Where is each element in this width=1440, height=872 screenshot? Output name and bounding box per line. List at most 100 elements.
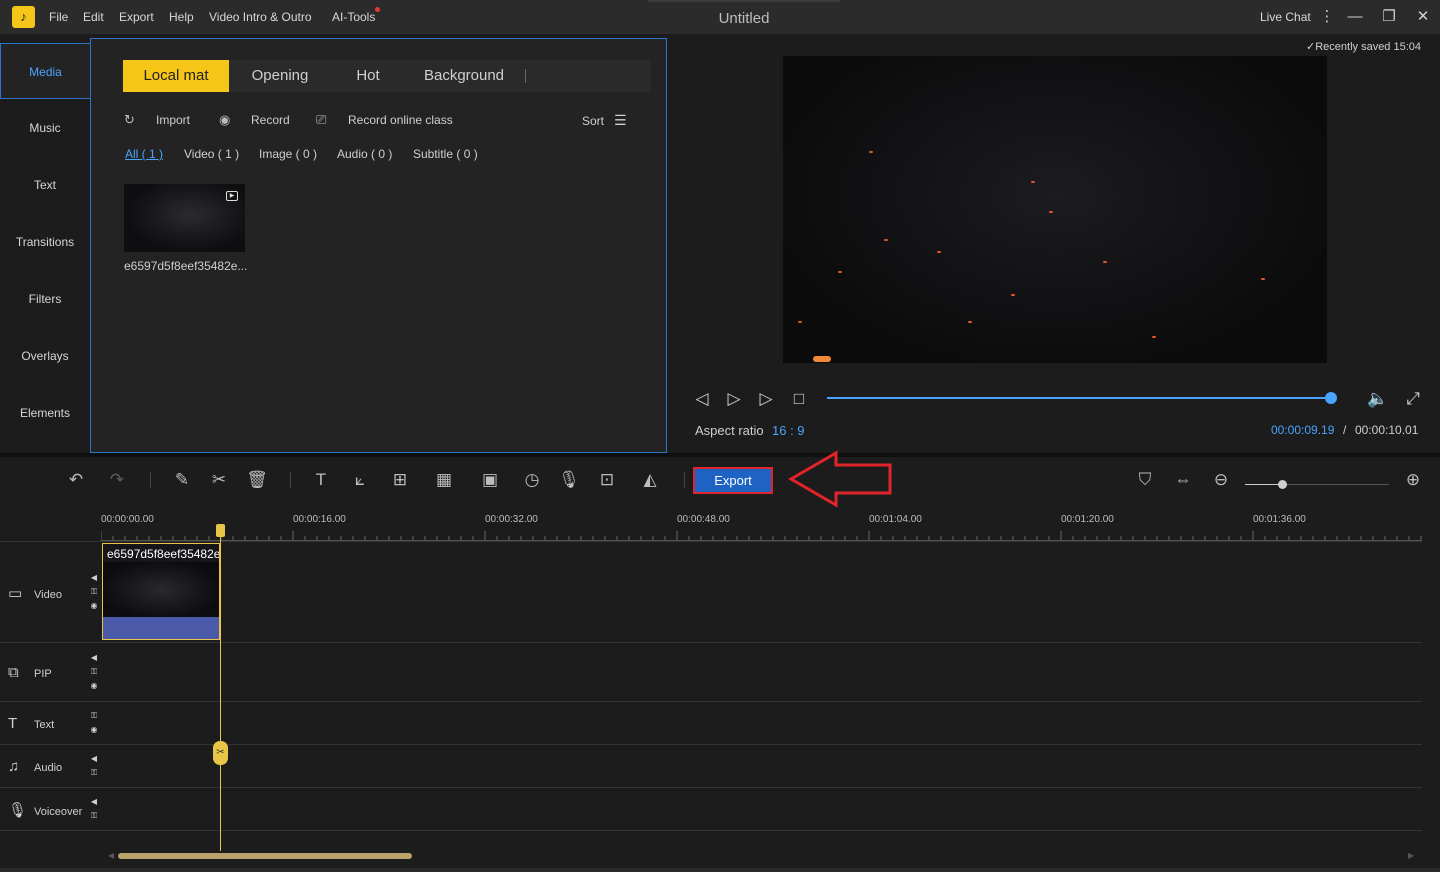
edit-icon[interactable]: ✎ xyxy=(169,468,195,492)
sidebar-item-text[interactable]: Text xyxy=(0,157,90,213)
tab-local-mat[interactable]: Local mat xyxy=(123,60,229,92)
video-preview[interactable] xyxy=(783,56,1327,363)
media-tab-bar: Local mat Opening Hot Background xyxy=(123,60,651,92)
export-button[interactable]: Export xyxy=(693,467,773,494)
track-audio: ♫ Audio xyxy=(8,758,62,775)
marker-icon[interactable]: ⛉ xyxy=(1132,468,1158,492)
import-button[interactable]: ↻ Import xyxy=(124,111,190,129)
sidebar-item-elements[interactable]: Elements xyxy=(0,385,90,441)
stop-icon[interactable]: □ xyxy=(788,388,810,410)
redo-icon[interactable]: ↷ xyxy=(104,468,130,492)
tab-background[interactable]: Background xyxy=(409,60,519,92)
scroll-right-icon[interactable]: ▶ xyxy=(1408,851,1414,860)
eye-icon[interactable]: ◉ xyxy=(89,599,99,613)
screen-record-icon[interactable]: ⊡ xyxy=(594,468,620,492)
playhead[interactable] xyxy=(220,531,221,851)
live-chat-button[interactable]: Live Chat xyxy=(1260,0,1311,34)
sidebar-item-music[interactable]: Music xyxy=(0,100,90,156)
zoom-slider-knob[interactable] xyxy=(1278,480,1288,489)
filter-subtitle[interactable]: Subtitle ( 0 ) xyxy=(413,147,478,161)
zoom-out-icon[interactable]: ⊖ xyxy=(1208,468,1234,492)
playback-progress-knob[interactable] xyxy=(1324,392,1337,404)
aspect-ratio-select[interactable]: 16 : 9 xyxy=(772,423,805,438)
video-track-icon: ▭ xyxy=(8,585,23,602)
lock-icon[interactable]: ⚿ xyxy=(89,709,99,723)
track-divider xyxy=(0,830,1422,831)
undo-icon[interactable]: ↶ xyxy=(63,468,89,492)
playback-progress-bar[interactable] xyxy=(827,397,1332,399)
restore-icon[interactable]: ❐ xyxy=(1380,8,1398,26)
ruler-ticks xyxy=(101,531,1422,540)
track-pip: ⧉ PIP xyxy=(8,664,52,681)
tab-hot[interactable]: Hot xyxy=(333,60,403,92)
volume-icon[interactable]: 🔈 xyxy=(1367,388,1389,410)
close-icon[interactable]: ✕ xyxy=(1414,8,1432,26)
sidebar-item-media[interactable]: Media xyxy=(0,43,90,99)
text-icon[interactable]: T xyxy=(308,468,334,492)
lock-icon[interactable]: ⚿ xyxy=(89,766,99,780)
menu-video-intro-outro[interactable]: Video Intro & Outro xyxy=(209,0,312,34)
record-button[interactable]: ◉ Record xyxy=(219,111,290,129)
filter-video[interactable]: Video ( 1 ) xyxy=(184,147,239,161)
crop-icon[interactable]: ⟀ xyxy=(347,468,373,492)
sidebar-item-overlays[interactable]: Overlays xyxy=(0,328,90,384)
color-pick-icon[interactable]: ◭ xyxy=(637,468,663,492)
media-thumbnail[interactable]: ▶ xyxy=(124,184,245,252)
playhead-split-icon[interactable]: ✂ xyxy=(213,741,228,765)
fullscreen-icon[interactable]: ⤢ xyxy=(1402,388,1424,410)
ember xyxy=(884,239,888,241)
record-online-class-button[interactable]: ⎚ Record online class xyxy=(316,111,453,129)
mosaic-icon[interactable]: ▦ xyxy=(431,468,457,492)
menu-file[interactable]: File xyxy=(49,0,68,34)
fit-timeline-icon[interactable]: ⇔ xyxy=(1170,468,1196,492)
lock-icon[interactable]: ⚿ xyxy=(89,665,99,679)
freeze-frame-icon[interactable]: ▣ xyxy=(477,468,503,492)
annotation-arrow xyxy=(788,450,892,508)
duration-icon[interactable]: ◷ xyxy=(519,468,545,492)
playhead-handle[interactable] xyxy=(216,524,225,537)
menu-help[interactable]: Help xyxy=(169,0,194,34)
more-icon[interactable]: ⋮ xyxy=(1318,8,1336,26)
video-clip[interactable]: e6597d5f8eef35482e xyxy=(102,543,220,640)
tab-opening[interactable]: Opening xyxy=(233,60,327,92)
resize-icon[interactable]: ⊞ xyxy=(387,468,413,492)
track-divider xyxy=(0,541,1422,542)
delete-icon[interactable]: 🗑 xyxy=(244,468,270,492)
lock-icon[interactable]: ⚿ xyxy=(89,585,99,599)
panel-divider[interactable] xyxy=(0,453,1440,457)
minimize-icon[interactable]: — xyxy=(1346,8,1364,26)
scroll-left-icon[interactable]: ◀ xyxy=(108,851,114,860)
ruler-label: 00:00:16.00 xyxy=(293,514,346,525)
menu-edit[interactable]: Edit xyxy=(83,0,104,34)
speaker-icon[interactable]: ◀ xyxy=(89,752,99,766)
eye-icon[interactable]: ◉ xyxy=(89,679,99,693)
menu-export[interactable]: Export xyxy=(119,0,154,34)
menu-ai-tools[interactable]: AI-Tools xyxy=(332,0,375,34)
speaker-icon[interactable]: ◀ xyxy=(89,795,99,809)
filter-image[interactable]: Image ( 0 ) xyxy=(259,147,317,161)
clip-audio-waveform xyxy=(103,617,219,639)
zoom-in-icon[interactable]: ⊕ xyxy=(1400,468,1426,492)
app-logo-icon: ♪ xyxy=(12,6,35,28)
split-icon[interactable]: ✂ xyxy=(206,468,232,492)
filter-audio[interactable]: Audio ( 0 ) xyxy=(337,147,392,161)
timeline-scrollbar[interactable] xyxy=(118,853,412,859)
media-panel: Local mat Opening Hot Background ↻ Import… xyxy=(90,38,667,453)
toolbar-separator xyxy=(150,472,151,488)
next-frame-icon[interactable]: ▷ xyxy=(755,388,777,410)
clip-thumbnail xyxy=(103,562,219,618)
speaker-icon[interactable]: ◀ xyxy=(89,571,99,585)
ember xyxy=(1103,261,1107,263)
eye-icon[interactable]: ◉ xyxy=(89,723,99,737)
sidebar-item-transitions[interactable]: Transitions xyxy=(0,214,90,270)
lock-icon[interactable]: ⚿ xyxy=(89,809,99,823)
speaker-icon[interactable]: ◀ xyxy=(89,651,99,665)
play-icon[interactable]: ▷ xyxy=(723,388,745,410)
toolbar-separator xyxy=(290,472,291,488)
voiceover-track-controls: ◀ ⚿ xyxy=(89,795,99,823)
voiceover-icon[interactable]: 🎙 xyxy=(556,468,582,492)
sidebar-item-filters[interactable]: Filters xyxy=(0,271,90,327)
previous-frame-icon[interactable]: ◁ xyxy=(691,388,713,410)
sort-button[interactable]: Sort ☰ xyxy=(582,111,627,129)
filter-all[interactable]: All ( 1 ) xyxy=(125,147,163,161)
